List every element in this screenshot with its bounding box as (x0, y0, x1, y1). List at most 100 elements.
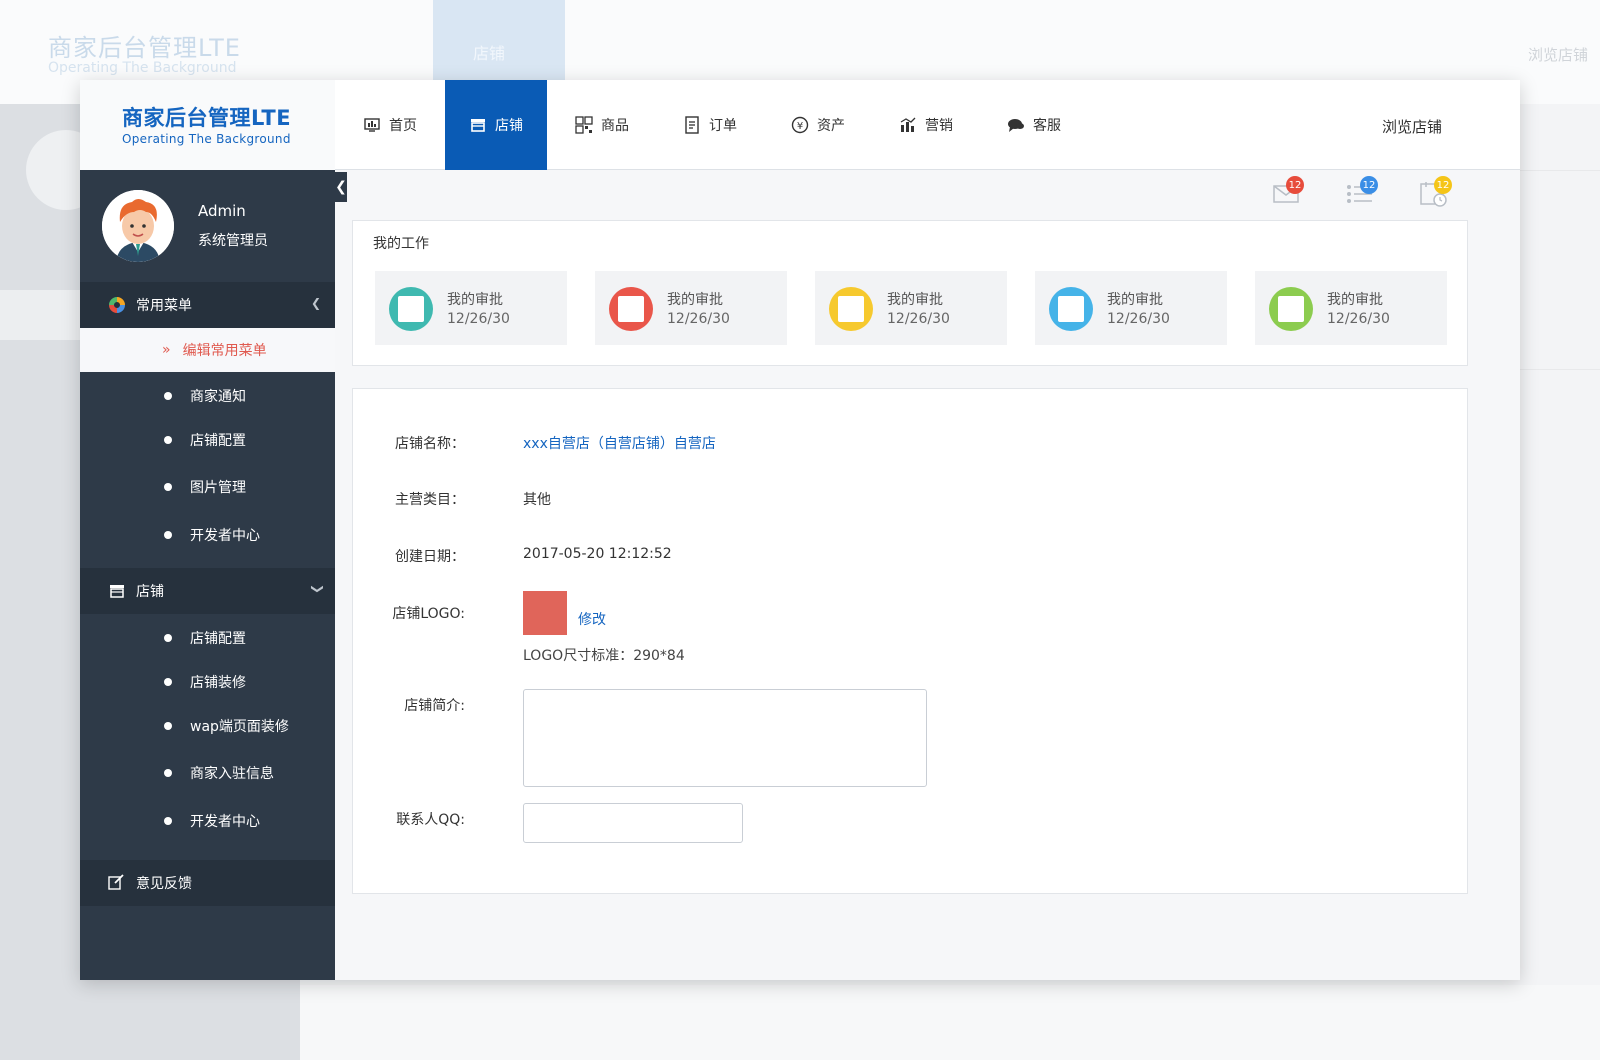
nav-item-marketing[interactable]: 营销 (845, 80, 953, 170)
approval-card[interactable]: 我的审批 12/26/30 (1035, 271, 1227, 345)
bullet-icon (164, 769, 172, 777)
background-footer (300, 985, 1600, 1060)
main-nav: 首页 店铺 商品 订单 ¥ 资产 营销 客服 (335, 80, 1061, 170)
edit-logo-link[interactable]: 修改 (578, 609, 606, 629)
approval-card-date: 12/26/30 (447, 311, 510, 327)
approval-card-label: 我的审批 (447, 292, 503, 308)
sidebar-item-wap-decoration[interactable]: wap端页面装修 (80, 704, 335, 748)
chevron-left-icon: ❮ (310, 296, 321, 310)
yen-icon: ¥ (791, 116, 809, 134)
sidebar-item-label: 开发者中心 (190, 814, 260, 830)
list-badge: 12 (1360, 176, 1378, 194)
browse-store-link[interactable]: 浏览店铺 (1382, 116, 1442, 137)
menu-group-store[interactable]: 店铺 ❮ (80, 568, 335, 614)
grid-icon (575, 116, 593, 134)
approval-icon (389, 287, 433, 331)
calendar-badge: 12 (1434, 176, 1452, 194)
approval-cards: 我的审批 12/26/30 我的审批 12/26/30 我的审批 12/26/3… (375, 271, 1447, 345)
sidebar-item-label: 店铺配置 (190, 433, 246, 449)
approval-icon (609, 287, 653, 331)
approval-card[interactable]: 我的审批 12/26/30 (815, 271, 1007, 345)
approval-card[interactable]: 我的审批 12/26/30 (595, 271, 787, 345)
sidebar-item-label: 图片管理 (190, 480, 246, 496)
my-work-title: 我的工作 (373, 236, 429, 252)
category-value: 其他 (523, 492, 551, 508)
chat-icon (1007, 116, 1025, 134)
store-info-form: 店铺名称： xxx自营店（自营店铺）自营店 主营类目： 其他 创建日期： 201… (352, 388, 1468, 894)
bullet-icon (164, 436, 172, 444)
nav-label: 店铺 (495, 118, 523, 134)
my-work-panel: 我的工作 我的审批 12/26/30 我的审批 12/26/30 我的审批 12… (352, 220, 1468, 366)
background-logo-title: 商家后台管理LTE (48, 34, 241, 62)
calendar-icon[interactable]: 12 (1414, 176, 1454, 210)
sidebar-item-merchant-info[interactable]: 商家入驻信息 (80, 751, 335, 795)
bar-chart-icon (899, 116, 917, 134)
menu-group-label: 店铺 (136, 584, 164, 600)
nav-item-home[interactable]: 首页 (335, 80, 417, 170)
approval-card-label: 我的审批 (1327, 292, 1383, 308)
user-name: Admin (198, 202, 246, 220)
sidebar-item-image-manager[interactable]: 图片管理 (80, 465, 335, 509)
nav-label: 营销 (925, 118, 953, 134)
sidebar-item-feedback[interactable]: 意见反馈 (80, 860, 335, 906)
store-intro-textarea[interactable] (523, 689, 927, 787)
approval-card[interactable]: 我的审批 12/26/30 (375, 271, 567, 345)
chevron-down-icon: ❮ (308, 583, 323, 595)
background-right-panel (1520, 170, 1600, 370)
sidebar-item-store-config[interactable]: 店铺配置 (80, 418, 335, 462)
app-window: 商家后台管理LTE Operating The Background 首页 店铺 (80, 80, 1520, 980)
nav-item-assets[interactable]: ¥ 资产 (737, 80, 845, 170)
approval-card-label: 我的审批 (887, 292, 943, 308)
store-icon (469, 116, 487, 134)
sidebar-collapse-toggle[interactable]: ❮ (335, 172, 347, 202)
logo[interactable]: 商家后台管理LTE Operating The Background (80, 80, 335, 170)
menu-group-label: 常用菜单 (136, 298, 192, 314)
approval-card-date: 12/26/30 (1327, 311, 1390, 327)
store-name-label: 店铺名称： (395, 436, 465, 452)
store-intro-label: 店铺简介: (404, 698, 465, 714)
approval-card-label: 我的审批 (1107, 292, 1163, 308)
user-profile: Admin 系统管理员 (80, 170, 335, 282)
approval-icon (1049, 287, 1093, 331)
contact-qq-label: 联系人QQ: (396, 812, 465, 828)
edit-common-menu[interactable]: » 编辑常用菜单 (80, 328, 335, 372)
sidebar: Admin 系统管理员 常用菜单 ❮ » 编辑常用菜单 商家通知 店铺配置 图片… (80, 170, 335, 980)
nav-item-products[interactable]: 商品 (547, 80, 629, 170)
store-name-link[interactable]: xxx自营店（自营店铺）自营店 (523, 433, 716, 453)
nav-label: 资产 (817, 118, 845, 134)
sidebar-item-label: 商家通知 (190, 389, 246, 405)
nav-label: 首页 (389, 118, 417, 134)
approval-card[interactable]: 我的审批 12/26/30 (1255, 271, 1447, 345)
bullet-icon (164, 392, 172, 400)
sidebar-item-developer-center[interactable]: 开发者中心 (80, 513, 335, 557)
mail-badge: 12 (1286, 176, 1304, 194)
sidebar-item-label: 店铺配置 (190, 631, 246, 647)
sidebar-item-store-decoration[interactable]: 店铺装修 (80, 660, 335, 704)
svg-text:¥: ¥ (797, 121, 803, 132)
contact-qq-input[interactable] (523, 803, 743, 843)
nav-label: 商品 (601, 118, 629, 134)
top-navbar: 商家后台管理LTE Operating The Background 首页 店铺 (80, 80, 1520, 170)
store-icon (108, 582, 126, 600)
category-label: 主营类目： (395, 492, 465, 508)
nav-item-service[interactable]: 客服 (953, 80, 1061, 170)
sidebar-item-merchant-notice[interactable]: 商家通知 (80, 374, 335, 418)
nav-label: 客服 (1033, 118, 1061, 134)
store-logo-label: 店铺LOGO: (392, 606, 465, 622)
logo-subtitle: Operating The Background (122, 132, 291, 146)
nav-item-orders[interactable]: 订单 (629, 80, 737, 170)
menu-group-common[interactable]: 常用菜单 ❮ (80, 282, 335, 328)
avatar[interactable] (102, 190, 174, 262)
mail-icon[interactable]: 12 (1266, 176, 1306, 210)
logo-title: 商家后台管理LTE (122, 106, 292, 130)
sidebar-item-store-config-2[interactable]: 店铺配置 (80, 616, 335, 660)
nav-item-store[interactable]: 店铺 (445, 80, 547, 170)
sidebar-item-label: wap端页面装修 (190, 719, 289, 735)
nav-label: 订单 (709, 118, 737, 134)
created-date-label: 创建日期： (395, 549, 465, 565)
bullet-icon (164, 634, 172, 642)
sidebar-item-developer-center-2[interactable]: 开发者中心 (80, 799, 335, 843)
list-icon[interactable]: 12 (1340, 176, 1380, 210)
dashboard-icon (363, 116, 381, 134)
approval-card-date: 12/26/30 (1107, 311, 1170, 327)
